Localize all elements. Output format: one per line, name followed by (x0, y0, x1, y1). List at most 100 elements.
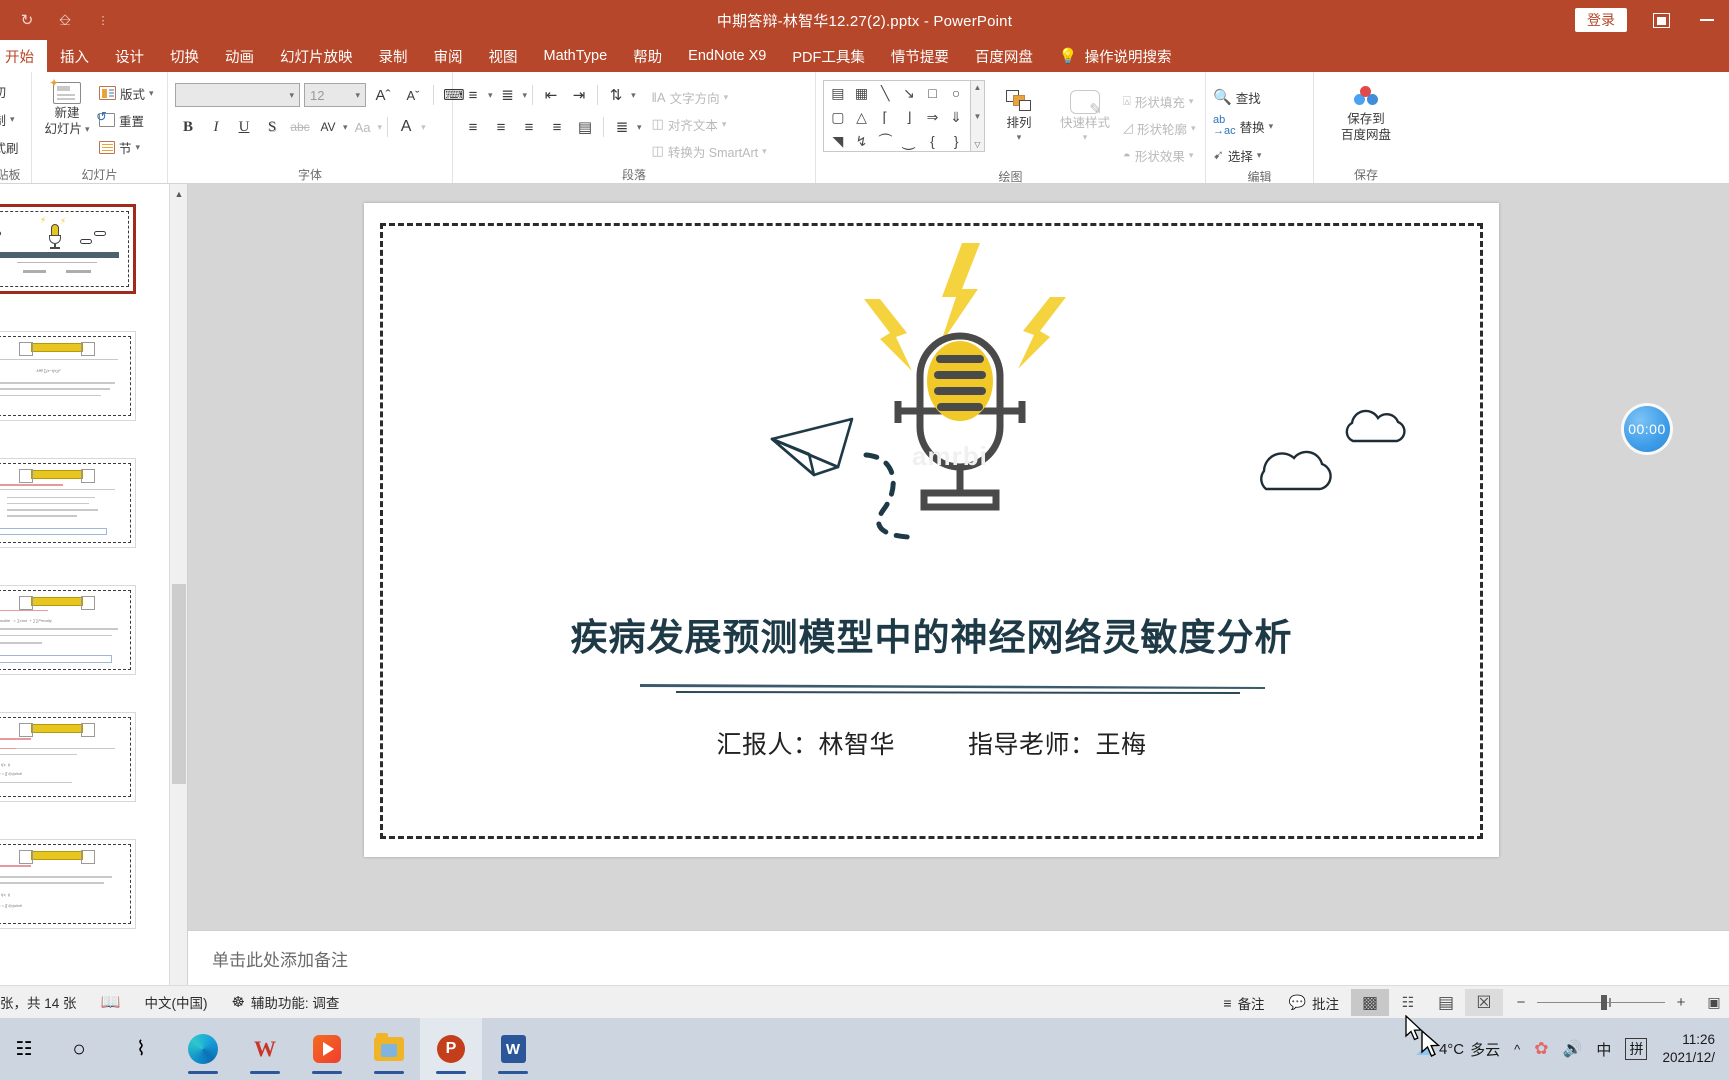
numbered-list-button[interactable]: ≣ (495, 82, 521, 108)
shape-vertical-textbox-icon[interactable]: ▦ (855, 86, 868, 100)
align-center-button[interactable]: ≡ (488, 114, 514, 140)
shape-triangle-icon[interactable]: △ (856, 110, 867, 124)
shape-textbox-icon[interactable]: ▤ (831, 86, 844, 100)
tab-transitions[interactable]: 切换 (157, 40, 212, 72)
ribbon-display-options-icon[interactable] (1649, 8, 1673, 32)
tab-animations[interactable]: 动画 (212, 40, 267, 72)
shapes-gallery-scroll[interactable]: ▲ ▼ ▽ (971, 80, 985, 152)
section-button[interactable]: 节▾ (99, 134, 154, 160)
shape-outline-button[interactable]: ◿ 形状轮廓▾ (1123, 115, 1196, 141)
start-button[interactable]: ☷ (0, 1018, 48, 1080)
edge-button[interactable] (172, 1018, 234, 1080)
wps-button[interactable]: W (234, 1018, 296, 1080)
tab-view[interactable]: 视图 (476, 40, 531, 72)
shape-rectangle-icon[interactable]: □ (928, 86, 936, 100)
decrease-indent-button[interactable]: ⇤ (538, 82, 564, 108)
shape-effects-button[interactable]: ◓ 形状效果▾ (1123, 142, 1196, 168)
spellcheck-icon[interactable]: 📖 (89, 992, 133, 1012)
increase-font-size-icon[interactable]: Aˆ (370, 82, 396, 108)
bold-button[interactable]: B (175, 114, 201, 140)
arrange-button[interactable]: 排列 ▾ (991, 80, 1047, 143)
shape-down-arrow-icon[interactable]: ⇓ (950, 110, 962, 124)
font-size-combo[interactable]: 12▾ (304, 83, 366, 107)
tab-mathtype[interactable]: MathType (531, 40, 621, 72)
shape-scribble-icon[interactable]: ↯ (856, 134, 868, 148)
columns-button[interactable]: ≣ (609, 114, 635, 140)
justify-button[interactable]: ≡ (544, 114, 570, 140)
tab-baidu-netdisk[interactable]: 百度网盘 (962, 40, 1046, 72)
gallery-expand-icon[interactable]: ▽ (974, 140, 980, 149)
slideshow-view-button[interactable]: ☒ (1465, 989, 1503, 1016)
tab-storyboard[interactable]: 情节提要 (878, 40, 962, 72)
shape-curve-icon[interactable]: ⏝ (902, 134, 915, 148)
gallery-scroll-down-icon[interactable]: ▼ (974, 112, 982, 121)
shape-elbow-connector-icon[interactable]: ⌈ (882, 110, 887, 124)
tab-insert[interactable]: 插入 (47, 40, 102, 72)
thumbnail-slide-5[interactable]: τ = f(x, t) ln(λ) = ∫∫ f(x)dxdt (0, 712, 136, 802)
gallery-scroll-up-icon[interactable]: ▲ (974, 83, 982, 92)
thumbnail-scrollbar[interactable]: ▲ ▼ (169, 184, 187, 1002)
slide-credits-text[interactable]: 汇报人：林智华 指导老师：王梅 (364, 725, 1499, 761)
zoom-in-button[interactable]: + (1675, 994, 1687, 1011)
slide-title-text[interactable]: 疾病发展预测模型中的神经网络灵敏度分析 (364, 607, 1499, 661)
decrease-font-size-icon[interactable]: Aˇ (400, 82, 426, 108)
accessibility-indicator[interactable]: ☸ 辅助功能: 调查 (219, 992, 351, 1012)
task-view-button[interactable]: ⌇ (110, 1018, 172, 1080)
notes-toggle-button[interactable]: ≡ 备注 (1211, 993, 1276, 1013)
video-player-button[interactable] (296, 1018, 358, 1080)
convert-to-smartart-button[interactable]: ◫ 转换为 SmartArt▾ (652, 138, 767, 164)
save-to-baidu-netdisk-button[interactable]: 保存到 百度网盘 (1334, 84, 1398, 143)
zoom-out-button[interactable]: − (1515, 994, 1527, 1011)
thumbnail-slide-6[interactable]: τ = f(x, t) ln(λ) = ∫∫ f(x)dxdt (0, 839, 136, 929)
thumbnail-slide-2[interactable]: M∈∑(x−f(x))² (0, 331, 136, 421)
thumbnail-scrollbar-thumb[interactable] (172, 584, 186, 784)
zoom-slider-handle[interactable] (1601, 995, 1607, 1010)
tab-slideshow[interactable]: 幻灯片放映 (267, 40, 366, 72)
ribbon-tab-strip[interactable]: 开始 插入 设计 切换 动画 幻灯片放映 录制 审阅 视图 MathType 帮… (0, 40, 1729, 72)
reset-button[interactable]: 重置 (99, 107, 154, 133)
cut-button[interactable]: 剪切 (0, 78, 6, 104)
format-painter-button[interactable]: 格式刷 (0, 134, 19, 160)
tab-home[interactable]: 开始 (0, 40, 47, 72)
bullet-list-button[interactable]: ≡ (460, 82, 486, 108)
text-shadow-button[interactable]: S (259, 114, 285, 140)
shape-right-arrow-icon[interactable]: ⇒ (927, 110, 939, 124)
zoom-control[interactable]: − + (1503, 994, 1699, 1011)
tab-design[interactable]: 设计 (102, 40, 157, 72)
distribute-button[interactable]: ▤ (572, 114, 598, 140)
font-name-combo[interactable]: ▾ (175, 83, 300, 107)
shape-left-brace-icon[interactable]: { (930, 134, 935, 148)
shapes-gallery[interactable]: ▤ ▦ ╲ ↘ □ ○ ▢ △ ⌈ ⌋ ⇒ ⇓ ◥ ↯ ⏜ ⏝ { (823, 80, 971, 152)
zoom-slider[interactable] (1537, 995, 1665, 1011)
tab-review[interactable]: 审阅 (421, 40, 476, 72)
thumbnail-slide-3[interactable] (0, 458, 136, 548)
notes-pane[interactable]: 单击此处添加备注 (188, 930, 1729, 985)
underline-button[interactable]: U (231, 114, 257, 140)
shape-arrow-icon[interactable]: ↘ (903, 86, 915, 100)
tab-endnote[interactable]: EndNote X9 (675, 40, 779, 72)
file-explorer-button[interactable] (358, 1018, 420, 1080)
shape-right-brace-icon[interactable]: } (954, 134, 959, 148)
comments-toggle-button[interactable]: 💬 批注 (1277, 993, 1351, 1013)
replace-button[interactable]: ab→ac 替换▾ (1213, 113, 1273, 139)
tab-help[interactable]: 帮助 (620, 40, 675, 72)
clock[interactable]: 11:26 2021/12/ (1654, 1031, 1729, 1067)
strikethrough-button[interactable]: abc (287, 114, 313, 140)
ime-mode-indicator[interactable]: 中 (1589, 1039, 1618, 1060)
slide-thumbnail-pane[interactable]: ⚡ ⚡ M∈∑(x−f(x))² (0, 184, 188, 1002)
slide-count-indicator[interactable]: 张，共 14 张 (0, 992, 89, 1012)
italic-button[interactable]: I (203, 114, 229, 140)
normal-view-button[interactable]: ▩ (1351, 989, 1389, 1016)
language-indicator[interactable]: 中文(中国) (132, 992, 219, 1012)
shape-rounded-rect-icon[interactable]: ▢ (831, 110, 844, 124)
current-slide[interactable]: amrbi 疾病发展预测模型中的神经网络灵敏度分析 汇报人：林智华 (364, 203, 1499, 857)
volume-icon[interactable]: 🔊 (1556, 1039, 1590, 1059)
layout-button[interactable]: 版式▾ (99, 80, 154, 106)
thumbnail-slide-4[interactable]: ∫ Feasible = ∑cost + ∑∑Penalty (0, 585, 136, 675)
shape-fill-button[interactable]: ⍓ 形状填充▾ (1123, 88, 1196, 114)
change-case-button[interactable]: Aa (350, 114, 376, 140)
font-color-button[interactable]: A (393, 114, 419, 140)
ime-input-indicator[interactable]: 拼 (1618, 1038, 1654, 1060)
search-button[interactable]: ○ (48, 1018, 110, 1080)
copy-button[interactable]: 复制▾ (0, 106, 15, 132)
